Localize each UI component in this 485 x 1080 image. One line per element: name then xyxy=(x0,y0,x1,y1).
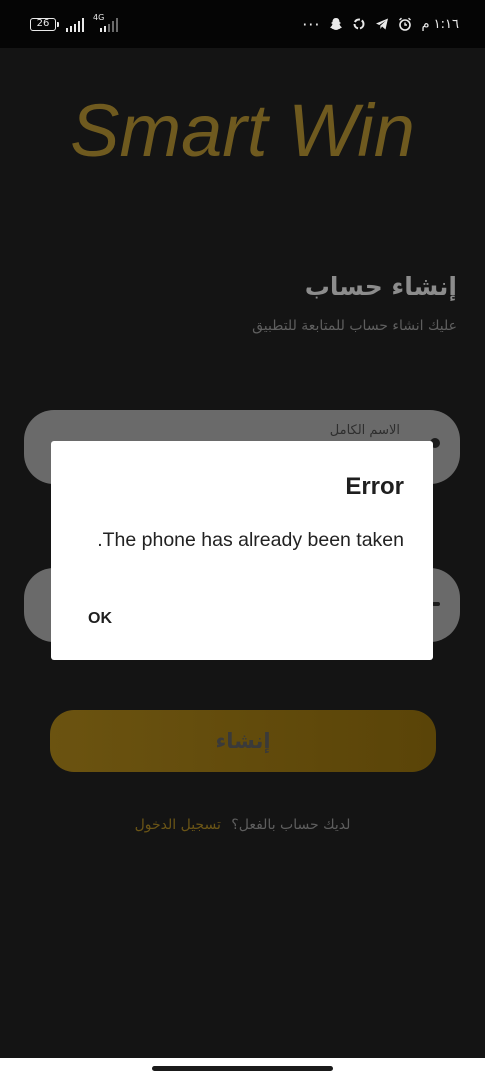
field-icon xyxy=(432,602,440,606)
have-account-text: لديك حساب بالفعل؟ xyxy=(231,817,351,833)
navigation-bar xyxy=(0,1058,485,1080)
sync-icon xyxy=(352,17,366,31)
telegram-icon xyxy=(375,17,389,31)
dialog-title: Error xyxy=(345,473,404,500)
battery-level: 26 xyxy=(36,18,50,29)
app-logo: Smart Win xyxy=(70,89,415,172)
status-icons: ··· ١:١٦ م xyxy=(302,13,459,35)
login-link[interactable]: تسجيل الدخول xyxy=(135,817,221,833)
page-title: إنشاء حساب xyxy=(304,272,457,301)
snapchat-icon xyxy=(329,17,343,31)
full-name-placeholder: الاسم الكامل xyxy=(329,423,400,438)
page-subtitle: عليك انشاء حساب للمتابعة للتطبيق xyxy=(252,318,457,334)
ok-button[interactable]: OK xyxy=(88,610,112,628)
status-time: ١:١٦ م xyxy=(421,16,459,32)
more-notifications-indicator: ··· xyxy=(302,14,321,34)
login-prompt: لديك حساب بالفعل؟ تسجيل الدخول xyxy=(0,817,485,833)
alarm-icon xyxy=(398,17,412,31)
dialog-message: .The phone has already been taken xyxy=(97,529,404,551)
error-dialog: Error .The phone has already been taken … xyxy=(51,441,433,660)
signal-strength-icon xyxy=(66,17,84,32)
home-indicator[interactable] xyxy=(152,1066,333,1071)
status-bar: 26 4G ··· ١:١٦ م xyxy=(0,0,485,48)
secondary-signal-icon xyxy=(100,17,118,32)
create-account-button[interactable]: إنشاء xyxy=(50,710,436,772)
battery-icon: 26 xyxy=(30,18,59,31)
